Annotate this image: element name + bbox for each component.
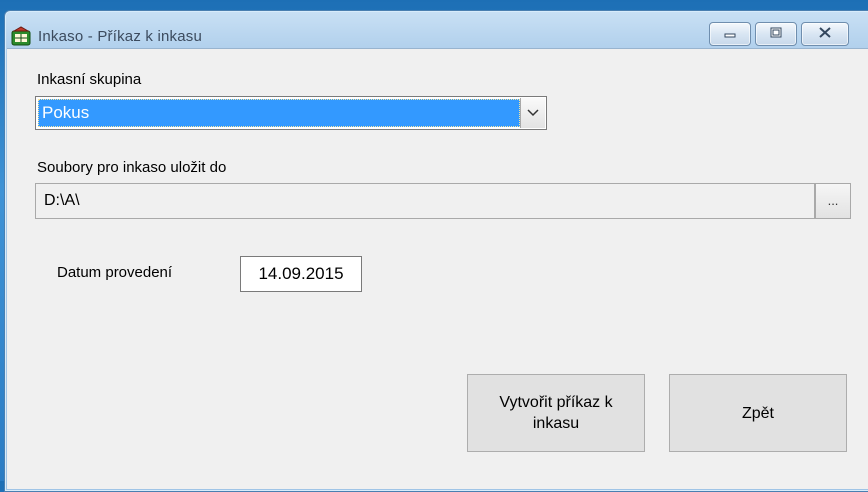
dialog-content: Inkasní skupina Pokus Soubory pro inkaso…: [7, 48, 868, 489]
app-icon: [11, 26, 31, 46]
group-select-value: Pokus: [38, 99, 520, 127]
chevron-down-icon: [527, 104, 539, 122]
minimize-icon: [724, 27, 736, 41]
maximize-icon: [770, 27, 782, 41]
minimize-button[interactable]: [709, 22, 751, 46]
create-order-label-line1: Vytvořit příkaz k: [499, 394, 613, 411]
create-order-label-line2: inkasu: [532, 415, 580, 432]
group-select-dropdown-button[interactable]: [520, 98, 545, 128]
maximize-button[interactable]: [755, 22, 797, 46]
date-label: Datum provedení: [57, 264, 173, 281]
window-title: Inkaso - Příkaz k inkasu: [38, 28, 203, 45]
close-icon: [819, 27, 831, 41]
group-label: Inkasní skupina: [37, 71, 142, 88]
browse-button[interactable]: ...: [815, 183, 851, 219]
create-order-button[interactable]: Vytvořit příkaz k inkasu: [467, 374, 645, 452]
back-button[interactable]: Zpět: [669, 374, 847, 452]
group-select[interactable]: Pokus: [35, 96, 547, 130]
close-button[interactable]: [801, 22, 849, 46]
path-field[interactable]: D:\A\: [35, 183, 815, 219]
date-field[interactable]: 14.09.2015: [240, 256, 362, 292]
path-label: Soubory pro inkaso uložit do: [37, 159, 227, 176]
